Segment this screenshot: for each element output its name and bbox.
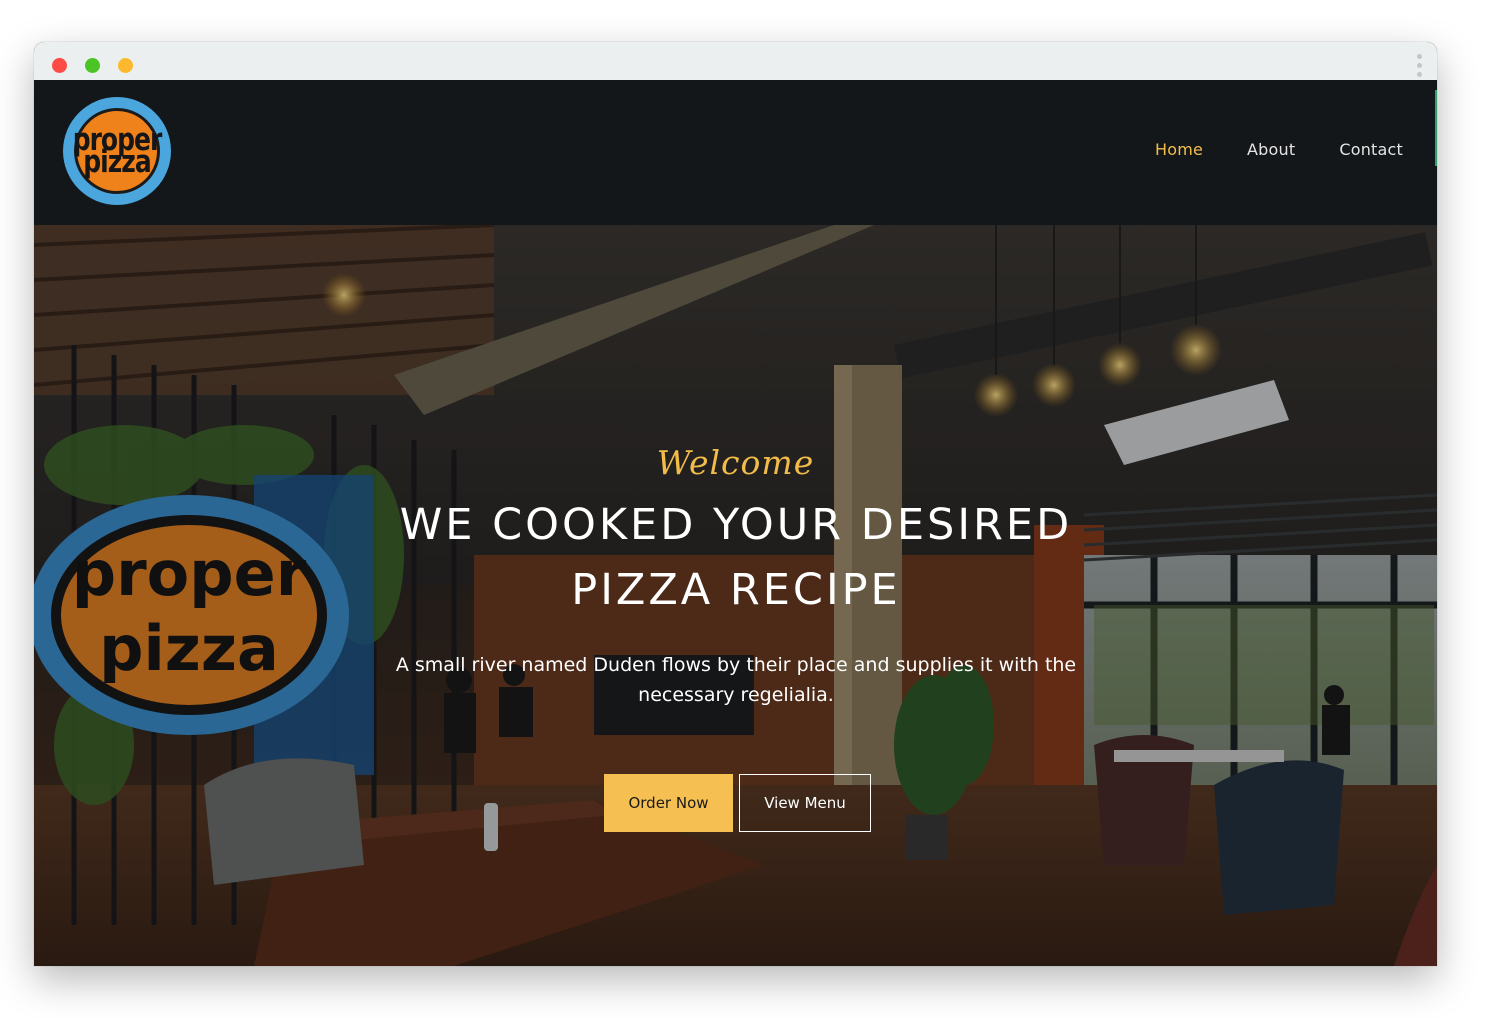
more-options-icon[interactable] xyxy=(1417,54,1423,78)
hero-section: proper pizza Welcome WE COOKED YOUR DESI… xyxy=(34,225,1437,966)
brand-logo[interactable]: proper pizza xyxy=(63,97,171,205)
main-menu: Home About Contact xyxy=(1155,140,1403,159)
order-now-button[interactable]: Order Now xyxy=(604,774,733,832)
view-menu-button[interactable]: View Menu xyxy=(739,774,871,832)
nav-link-home[interactable]: Home xyxy=(1155,140,1203,159)
nav-link-about[interactable]: About xyxy=(1247,140,1295,159)
minimize-window-button[interactable] xyxy=(118,58,133,73)
close-window-button[interactable] xyxy=(52,58,67,73)
hero-kicker: Welcome xyxy=(656,443,815,482)
brand-logo-badge: proper pizza xyxy=(73,108,162,194)
hero-subtitle: A small river named Duden flows by their… xyxy=(395,654,1077,706)
hero-title: WE COOKED YOUR DESIRED PIZZA RECIPE xyxy=(399,500,1073,615)
logo-text-line2: pizza xyxy=(83,143,151,180)
browser-window: proper pizza Home About Contact proper p… xyxy=(34,42,1437,966)
maximize-window-button[interactable] xyxy=(85,58,100,73)
browser-titlebar xyxy=(34,42,1437,80)
navbar-edge-accent xyxy=(1435,90,1437,166)
nav-link-contact[interactable]: Contact xyxy=(1339,140,1403,159)
site-navbar: proper pizza Home About Contact xyxy=(34,80,1437,225)
